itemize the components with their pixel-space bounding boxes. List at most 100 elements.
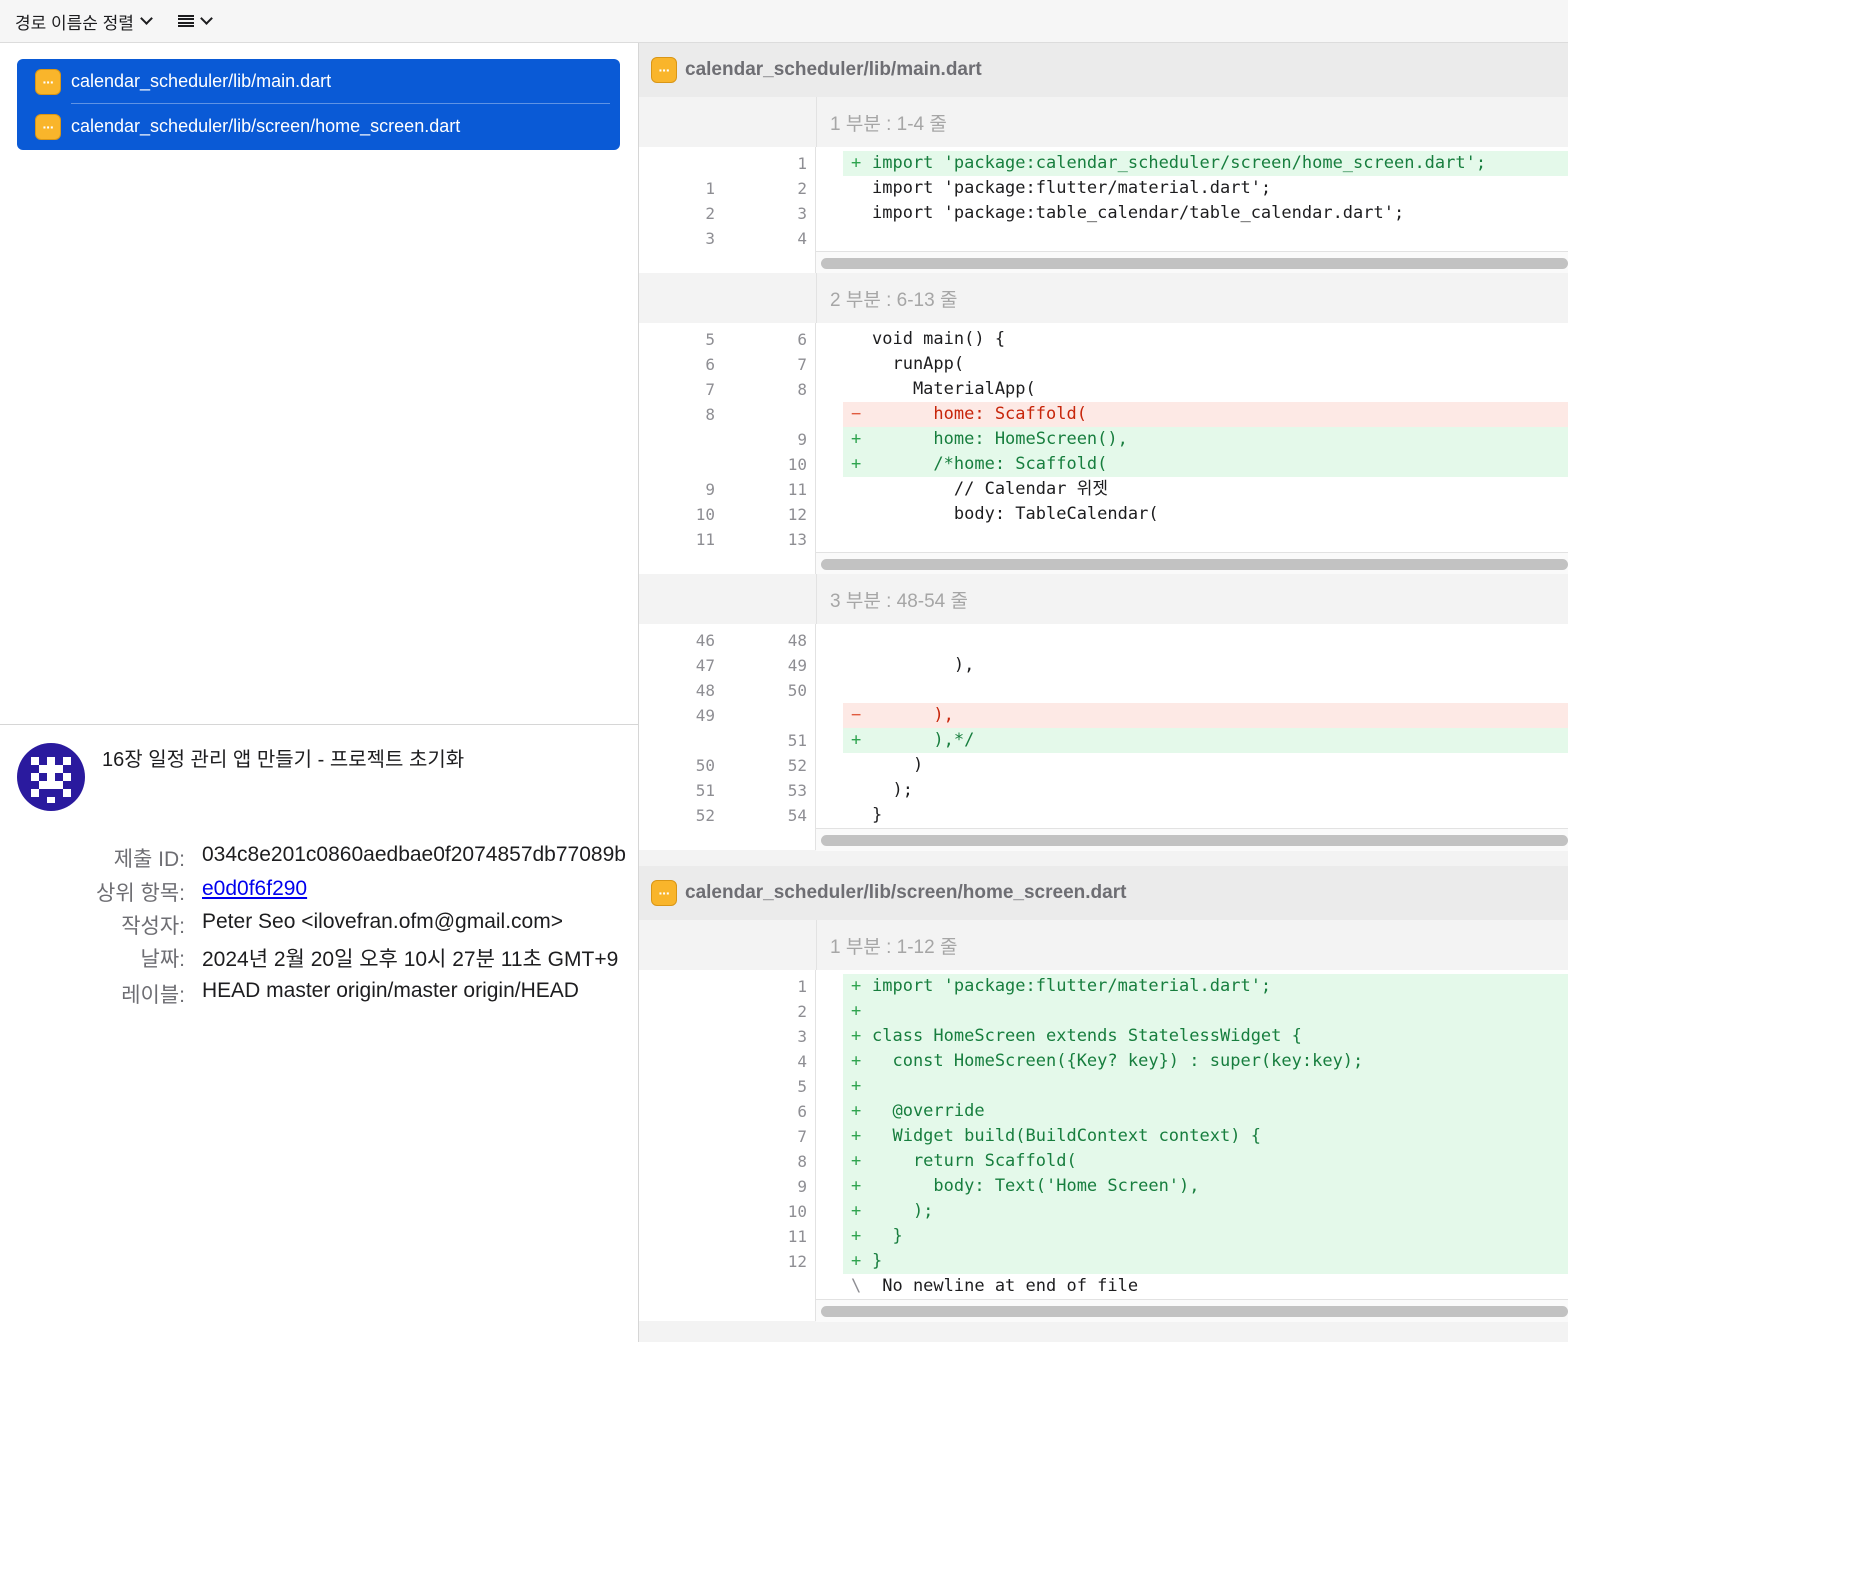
scrollbar-thumb[interactable] — [821, 1306, 1568, 1317]
diff-line-ctx: 5 6 void main() { — [639, 327, 1568, 352]
code-content: Widget build(BuildContext context) { — [872, 1126, 1261, 1146]
new-line-number: 8 — [797, 380, 807, 399]
code-content: home: Scaffold( — [872, 404, 1087, 424]
change-marker: + — [851, 1001, 862, 1021]
sort-dropdown[interactable]: 경로 이름순 정렬 — [15, 0, 153, 42]
code-content: No newline at end of file — [872, 1276, 1139, 1296]
field-label: 날짜: — [140, 948, 185, 971]
hunk-header: 2 부분 : 6-13 줄 — [639, 273, 1568, 323]
old-line-number: 11 — [695, 530, 715, 549]
diff-file-name: calendar_scheduler/lib/main.dart — [685, 59, 982, 80]
diff-file-header[interactable]: ··· calendar_scheduler/lib/screen/home_sc… — [639, 866, 1568, 921]
gutter-border — [816, 97, 817, 147]
diff-line-add: 10 + ); — [639, 1199, 1568, 1224]
code-text: +} — [843, 1249, 1568, 1274]
code-text: \ No newline at end of file — [843, 1274, 1568, 1299]
code-content: ); — [872, 780, 913, 800]
change-marker: + — [851, 153, 862, 173]
diff-line-ctx: 1 2 import 'package:flutter/material.dart'… — [639, 176, 1568, 201]
diff-line-del: 49 − ), — [639, 703, 1568, 728]
diff-line-add: 2 + — [639, 999, 1568, 1024]
code-content: ),*/ — [872, 730, 975, 750]
diff-line-add: 9 + body: Text('Home Screen'), — [639, 1174, 1568, 1199]
file-list-item[interactable]: ··· calendar_scheduler/lib/screen/home_s… — [17, 104, 620, 149]
file-icon: ··· — [651, 57, 677, 83]
code-text: ); — [843, 778, 1568, 803]
diff-line-add: 12 +} — [639, 1249, 1568, 1274]
change-marker: + — [851, 1101, 862, 1121]
new-line-number: 12 — [787, 1252, 807, 1271]
file-list-item[interactable]: ··· calendar_scheduler/lib/main.dart — [17, 59, 620, 104]
view-options-menu[interactable] — [178, 0, 213, 42]
horizontal-scrollbar[interactable] — [816, 251, 1568, 274]
code-content: runApp( — [872, 354, 965, 374]
hunk-header: 3 부분 : 48-54 줄 — [639, 574, 1568, 624]
change-marker: + — [851, 976, 862, 996]
gutter-border — [816, 273, 817, 323]
new-line-number: 4 — [797, 1052, 807, 1071]
change-marker: + — [851, 1026, 862, 1046]
code-content: const HomeScreen({Key? key}) : super(key… — [872, 1051, 1364, 1071]
old-line-number: 5 — [705, 330, 715, 349]
author-row: 작성자: Peter Seo <ilovefran.ofm@gmail.com> — [0, 910, 638, 940]
diff-line-ctx: 9 11 // Calendar 위젯 — [639, 477, 1568, 502]
code-text: // Calendar 위젯 — [843, 477, 1568, 502]
code-content: import 'package:flutter/material.dart'; — [872, 178, 1272, 198]
change-marker: + — [851, 429, 862, 449]
code-text: + import 'package:flutter/material.dart'; — [843, 974, 1568, 999]
new-line-number: 3 — [797, 204, 807, 223]
new-line-number: 9 — [797, 430, 807, 449]
change-marker: + — [851, 1126, 862, 1146]
field-label: 작성자: — [121, 915, 185, 938]
horizontal-scrollbar[interactable] — [816, 1299, 1568, 1322]
diff-viewer: ··· calendar_scheduler/lib/main.dart 1 부분 … — [639, 43, 1568, 1342]
new-line-number: 2 — [797, 179, 807, 198]
code-content: } — [872, 1226, 903, 1246]
hunk-range: 3 부분 : 48-54 줄 — [830, 591, 968, 612]
hunk-body: 1 + import 'package:flutter/material.dart'… — [639, 970, 1568, 1322]
new-line-number: 7 — [797, 355, 807, 374]
scrollbar-thumb[interactable] — [821, 559, 1568, 570]
diff-file-header[interactable]: ··· calendar_scheduler/lib/main.dart — [639, 43, 1568, 98]
code-text: import 'package:flutter/material.dart'; — [843, 176, 1568, 201]
old-line-number: 8 — [705, 405, 715, 424]
horizontal-scrollbar[interactable] — [816, 828, 1568, 851]
old-line-number: 10 — [695, 505, 715, 524]
diff-line-add: 5 + — [639, 1074, 1568, 1099]
scrollbar-thumb[interactable] — [821, 258, 1568, 269]
old-line-number: 51 — [695, 781, 715, 800]
parent-commit-link[interactable]: e0d0f6f290 — [202, 877, 307, 901]
diff-line-ctx: 34 — [639, 226, 1568, 251]
avatar — [17, 743, 85, 811]
old-line-number: 1 — [705, 179, 715, 198]
code-content: ); — [872, 1201, 934, 1221]
diff-line-ctx: 2 3 import 'package:table_calendar/table_c… — [639, 201, 1568, 226]
new-line-number: 1 — [797, 154, 807, 173]
diff-line-ctx: 10 12 body: TableCalendar( — [639, 502, 1568, 527]
new-line-number: 9 — [797, 1177, 807, 1196]
scrollbar-thumb[interactable] — [821, 835, 1568, 846]
file-icon: ··· — [651, 880, 677, 906]
code-content: } — [872, 1251, 883, 1271]
code-text: + home: HomeScreen(), — [843, 427, 1568, 452]
diff-line-ctx: 6 7 runApp( — [639, 352, 1568, 377]
horizontal-scrollbar[interactable] — [816, 552, 1568, 575]
parent-row: 상위 항목: e0d0f6f290 — [0, 877, 638, 907]
new-line-number: 54 — [787, 806, 807, 825]
code-text: + body: Text('Home Screen'), — [843, 1174, 1568, 1199]
code-content: import 'package:table_calendar/table_cal… — [872, 203, 1405, 223]
code-content: /*home: Scaffold( — [872, 454, 1108, 474]
new-line-number: 1 — [797, 977, 807, 996]
gutter-border — [816, 574, 817, 624]
toolbar: 경로 이름순 정렬 — [0, 0, 1568, 43]
change-marker: + — [851, 1251, 862, 1271]
diff-line-add: 11 + } — [639, 1224, 1568, 1249]
code-content: body: Text('Home Screen'), — [872, 1176, 1200, 1196]
commit-id: 034c8e201c0860aedbae0f2074857db77089b — [202, 843, 626, 866]
list-icon — [178, 14, 194, 28]
code-content: } — [872, 805, 883, 825]
diff-line-add: 8 + return Scaffold( — [639, 1149, 1568, 1174]
